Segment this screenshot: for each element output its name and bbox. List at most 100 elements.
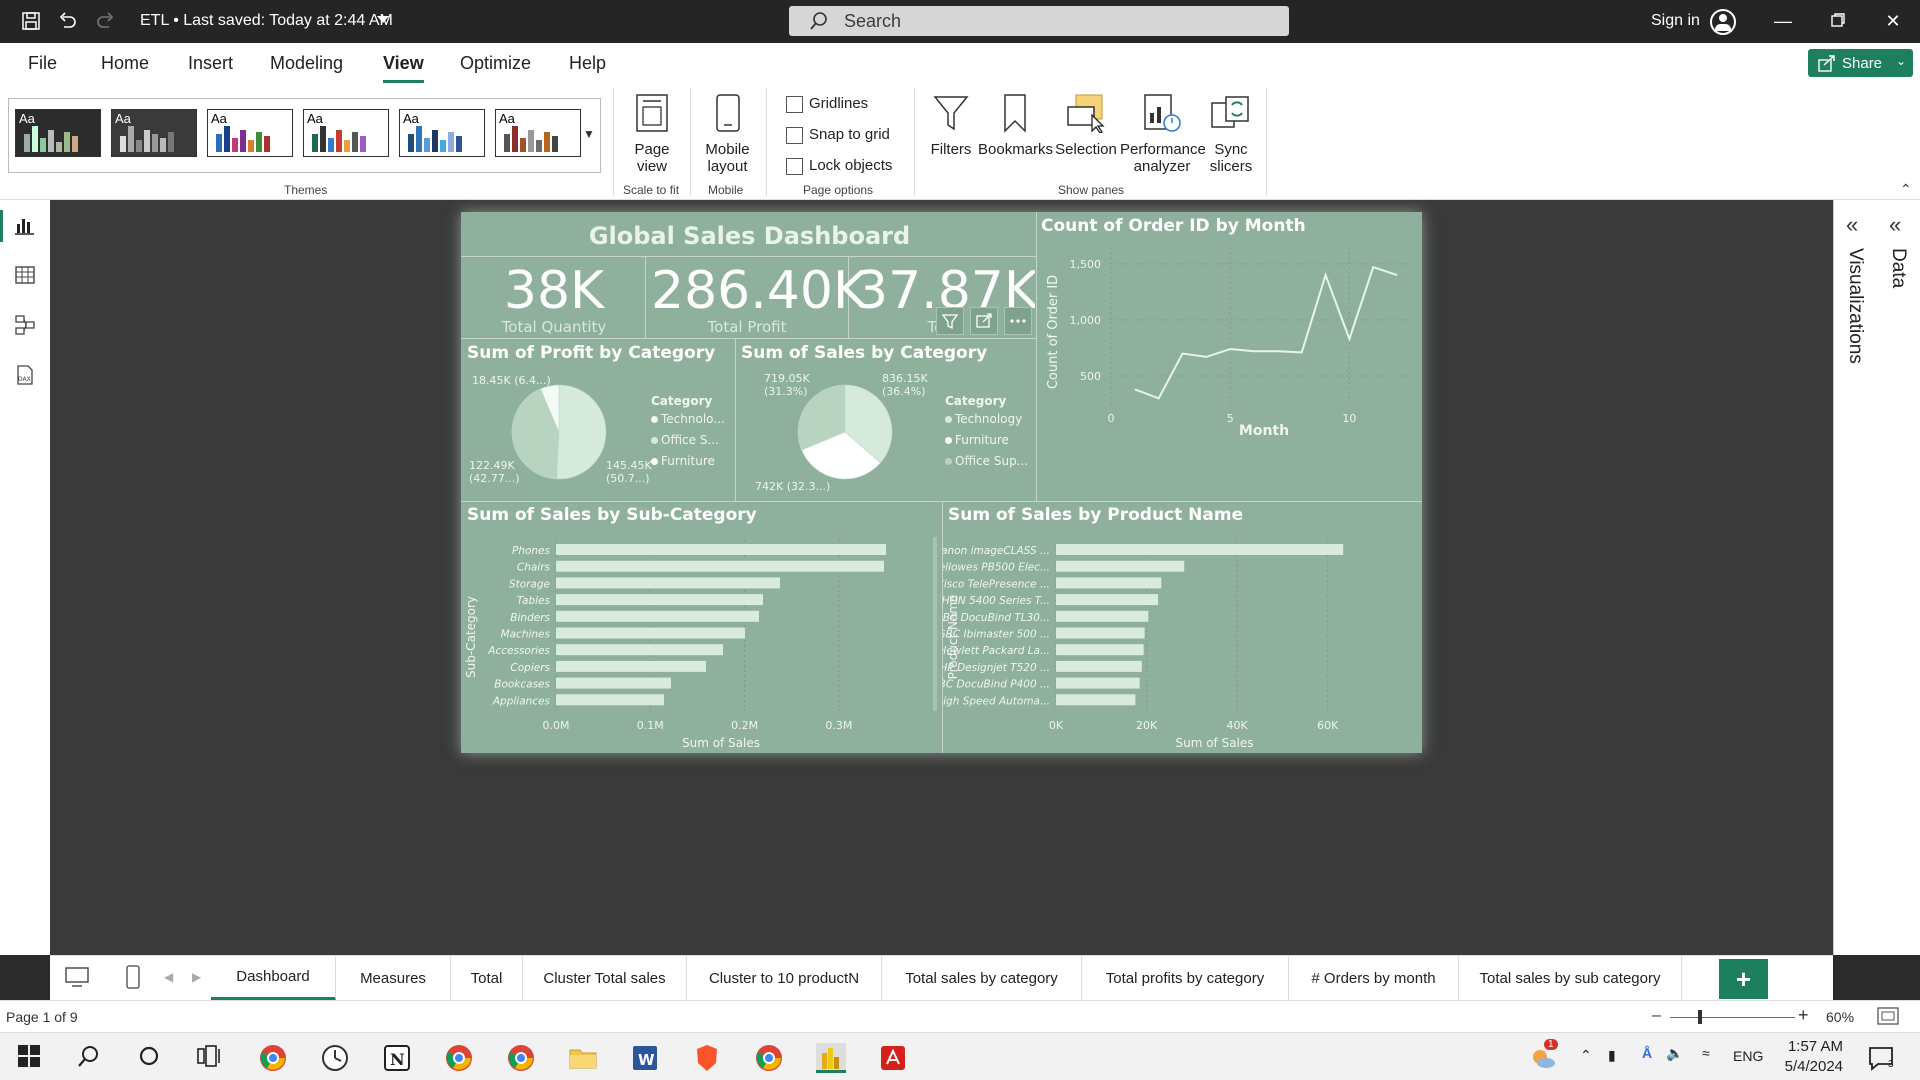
system-clock[interactable]: 1:57 AM 5/4/2024 bbox=[1783, 1037, 1843, 1077]
bluetooth-icon[interactable]: Å bbox=[1642, 1045, 1652, 1061]
page-tab-total-profits-by-category[interactable]: Total profits by category bbox=[1082, 956, 1289, 1001]
chrome-profile-icon[interactable] bbox=[444, 1043, 474, 1073]
legend-item[interactable]: Furniture bbox=[651, 454, 715, 468]
volume-icon[interactable]: 🔈 bbox=[1666, 1045, 1683, 1062]
visualizations-pane-tab[interactable]: Visualizations bbox=[1844, 248, 1866, 364]
chevron-down-icon[interactable]: ▼ bbox=[583, 127, 595, 141]
dax-query-icon[interactable]: DAX bbox=[14, 364, 36, 386]
minimize-icon[interactable]: — bbox=[1768, 8, 1798, 34]
battery-icon[interactable]: ▮ bbox=[1608, 1047, 1616, 1064]
selection-pane-button[interactable]: Selection bbox=[1054, 93, 1118, 158]
sales-by-product-bar-chart[interactable]: 0K 20K 40K 60K Canon imageCLASS ... Fellowes … bbox=[943, 532, 1421, 752]
legend-item[interactable]: Office S... bbox=[651, 433, 719, 447]
theme-option[interactable]: Aa bbox=[15, 109, 101, 157]
document-title[interactable]: ETL • Last saved: Today at 2:44 AM bbox=[140, 12, 393, 30]
more-options-icon[interactable] bbox=[1004, 307, 1032, 335]
legend-item[interactable]: Office Sup... bbox=[945, 454, 1028, 468]
filters-pane-button[interactable]: Filters bbox=[926, 93, 976, 158]
title-dropdown-icon[interactable] bbox=[377, 16, 389, 23]
cortana-icon[interactable] bbox=[136, 1043, 166, 1073]
chrome-profile-icon[interactable] bbox=[754, 1043, 784, 1073]
zoom-level[interactable]: 60% bbox=[1826, 1009, 1854, 1025]
tab-home[interactable]: Home bbox=[101, 53, 149, 74]
restore-icon[interactable] bbox=[1823, 8, 1853, 34]
legend-item[interactable]: Furniture bbox=[945, 433, 1009, 447]
snap-to-grid-checkbox[interactable]: Snap to grid bbox=[786, 126, 890, 144]
page-tab-cluster-to-10-product[interactable]: Cluster to 10 productN bbox=[687, 956, 882, 1001]
expand-visualizations-icon[interactable]: « bbox=[1846, 212, 1858, 238]
theme-option[interactable]: Aa bbox=[303, 109, 389, 157]
zoom-out-icon[interactable]: – bbox=[1652, 1007, 1661, 1025]
page-tab-dashboard[interactable]: Dashboard bbox=[211, 956, 336, 1001]
table-view-icon[interactable] bbox=[14, 264, 36, 286]
scrollbar[interactable] bbox=[933, 537, 937, 711]
clock-app-icon[interactable] bbox=[320, 1043, 350, 1073]
redo-icon[interactable] bbox=[95, 10, 117, 32]
expand-data-icon[interactable]: « bbox=[1889, 212, 1901, 238]
search-box[interactable]: Search bbox=[789, 6, 1289, 36]
theme-option[interactable]: Aa bbox=[207, 109, 293, 157]
tab-modeling[interactable]: Modeling bbox=[270, 53, 343, 74]
sign-in-link[interactable]: Sign in bbox=[1651, 12, 1700, 30]
tab-help[interactable]: Help bbox=[569, 53, 606, 74]
kpi-card-total-profit[interactable]: 286.40K Total Profit bbox=[651, 262, 867, 335]
orders-by-month-line-chart[interactable]: 1,500 1,000 500 0 5 10 Month Count of Order ID bbox=[1039, 242, 1419, 502]
data-pane-tab[interactable]: Data bbox=[1887, 248, 1909, 288]
save-icon[interactable] bbox=[20, 10, 42, 32]
zoom-slider-thumb[interactable] bbox=[1698, 1010, 1702, 1024]
mobile-layout-button[interactable]: Mobile layout bbox=[700, 93, 755, 175]
file-explorer-icon[interactable] bbox=[568, 1043, 598, 1073]
acrobat-icon[interactable] bbox=[878, 1043, 908, 1073]
kpi-card-total-quantity[interactable]: 38K Total Quantity bbox=[469, 262, 639, 335]
performance-analyzer-button[interactable]: Performance analyzer bbox=[1120, 93, 1206, 175]
theme-option[interactable]: Aa bbox=[495, 109, 581, 157]
focus-mode-icon[interactable] bbox=[970, 307, 998, 335]
tab-file[interactable]: File bbox=[28, 53, 57, 74]
page-tab-total-sales-by-category[interactable]: Total sales by category bbox=[882, 956, 1082, 1001]
gridlines-checkbox[interactable]: Gridlines bbox=[786, 95, 868, 113]
tab-insert[interactable]: Insert bbox=[188, 53, 233, 74]
tab-view[interactable]: View bbox=[383, 53, 424, 83]
task-view-icon[interactable] bbox=[196, 1043, 226, 1073]
add-page-button[interactable]: + bbox=[1719, 959, 1768, 999]
show-hidden-icons[interactable]: ⌃ bbox=[1580, 1047, 1592, 1064]
theme-option[interactable]: Aa bbox=[111, 109, 197, 157]
page-view-button[interactable]: Page view bbox=[626, 93, 678, 175]
bookmarks-pane-button[interactable]: Bookmarks bbox=[978, 93, 1053, 158]
sales-by-subcategory-bar-chart[interactable]: 0.0M 0.1M 0.2M 0.3M Phones Chairs Storage Table… bbox=[461, 532, 941, 752]
wifi-icon[interactable]: ≈ bbox=[1702, 1045, 1710, 1061]
page-tab-total[interactable]: Total bbox=[451, 956, 523, 1001]
collapse-ribbon-icon[interactable]: ⌃ bbox=[1900, 181, 1912, 198]
scroll-right-icon[interactable]: ▶ bbox=[192, 970, 201, 984]
report-view-icon[interactable] bbox=[14, 214, 36, 236]
power-bi-icon[interactable] bbox=[816, 1043, 846, 1073]
page-tab-total-sales-by-sub-category[interactable]: Total sales by sub category bbox=[1459, 956, 1682, 1001]
chrome-profile-icon[interactable] bbox=[506, 1043, 536, 1073]
model-view-icon[interactable] bbox=[14, 314, 36, 336]
close-icon[interactable]: ✕ bbox=[1878, 8, 1908, 34]
avatar-icon[interactable] bbox=[1710, 9, 1736, 35]
brave-icon[interactable] bbox=[692, 1043, 722, 1073]
theme-option[interactable]: Aa bbox=[399, 109, 485, 157]
page-tab-cluster-total-sales[interactable]: Cluster Total sales bbox=[523, 956, 687, 1001]
mobile-layout-icon[interactable] bbox=[125, 964, 141, 995]
sync-slicers-button[interactable]: Sync slicers bbox=[1204, 93, 1258, 175]
zoom-slider-track[interactable] bbox=[1670, 1017, 1795, 1018]
notion-icon[interactable]: N bbox=[382, 1043, 412, 1073]
windows-start-icon[interactable] bbox=[16, 1043, 46, 1073]
legend-item[interactable]: Technolo... bbox=[651, 412, 725, 426]
legend-item[interactable]: Technology bbox=[945, 412, 1022, 426]
fit-to-page-icon[interactable] bbox=[1877, 1007, 1899, 1028]
search-icon[interactable] bbox=[76, 1043, 106, 1073]
zoom-in-icon[interactable]: + bbox=[1798, 1005, 1809, 1026]
scroll-left-icon[interactable]: ◀ bbox=[164, 970, 173, 984]
desktop-layout-icon[interactable] bbox=[64, 966, 90, 993]
page-tab-orders-by-month[interactable]: # Orders by month bbox=[1289, 956, 1459, 1001]
page-tab-measures[interactable]: Measures bbox=[336, 956, 451, 1001]
language-indicator[interactable]: ENG bbox=[1733, 1048, 1763, 1064]
filter-icon[interactable] bbox=[936, 307, 964, 335]
chrome-icon[interactable] bbox=[258, 1043, 288, 1073]
tab-optimize[interactable]: Optimize bbox=[460, 53, 531, 74]
undo-icon[interactable] bbox=[56, 10, 78, 32]
word-icon[interactable]: W bbox=[630, 1043, 660, 1073]
